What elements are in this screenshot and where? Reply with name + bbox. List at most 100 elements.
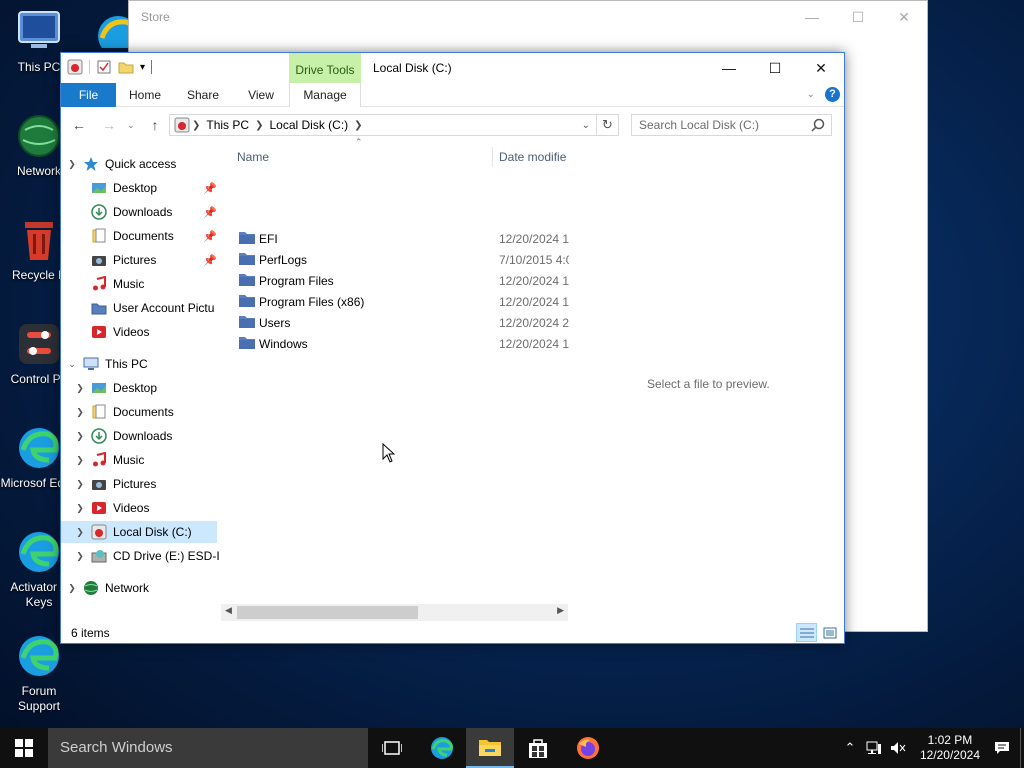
maximize-button[interactable]: ☐ — [835, 1, 881, 33]
minimize-button[interactable]: — — [789, 1, 835, 33]
new-folder-icon[interactable] — [118, 59, 134, 75]
pin-icon[interactable]: 📌 — [203, 182, 217, 195]
chevron-right-icon[interactable]: ❯ — [255, 120, 263, 131]
expand-ribbon-icon[interactable]: ⌄ — [807, 89, 815, 100]
chevron-right-icon[interactable]: ❯ — [354, 120, 362, 131]
title-bar[interactable]: ▾ Drive Tools Local Disk (C:) — ☐ ✕ — [61, 53, 844, 83]
network-status-icon[interactable] — [862, 741, 886, 755]
pin-icon[interactable]: 📌 — [203, 206, 217, 219]
taskbar: Search Windows ⌃ 1:02 PM 12/20/2024 — [0, 728, 1024, 768]
help-icon[interactable]: ? — [825, 87, 840, 102]
chevron-right-icon[interactable]: ❯ — [192, 120, 200, 131]
chevron-right-icon[interactable]: ❯ — [73, 527, 87, 538]
chevron-right-icon[interactable]: ❯ — [73, 551, 87, 562]
tab-file[interactable]: File — [61, 83, 116, 107]
volume-muted-icon[interactable] — [886, 741, 910, 755]
details-view-button[interactable] — [796, 623, 817, 642]
taskbar-file-explorer[interactable] — [466, 728, 514, 768]
search-icon[interactable] — [811, 118, 825, 135]
tree-item-cd-drive[interactable]: ❯ CD Drive (E:) ESD-IS — [73, 545, 219, 567]
pin-icon[interactable]: 📌 — [203, 230, 217, 243]
action-center-icon[interactable] — [990, 741, 1014, 755]
tree-item-user-account-pictures[interactable]: User Account Pictu — [91, 297, 214, 319]
breadcrumb-local-disk[interactable]: Local Disk (C:) — [269, 118, 348, 132]
tree-item-local-disk[interactable]: ❯ Local Disk (C:) — [61, 521, 217, 543]
tree-item-pc-music[interactable]: ❯ Music — [73, 449, 144, 471]
tree-item-music[interactable]: Music — [91, 273, 144, 295]
taskbar-firefox[interactable] — [564, 728, 612, 768]
search-input[interactable]: Search Local Disk (C:) — [631, 114, 832, 136]
address-dropdown-icon[interactable]: ⌄ — [582, 120, 590, 131]
scrollbar-thumb[interactable] — [237, 606, 418, 619]
refresh-icon[interactable]: ↻ — [596, 115, 618, 135]
pin-icon[interactable]: 📌 — [203, 254, 217, 267]
taskbar-store[interactable] — [514, 728, 562, 768]
task-view-button[interactable] — [368, 728, 416, 768]
show-desktop-button[interactable] — [1020, 728, 1024, 768]
tree-item-pc-pictures[interactable]: ❯ Pictures — [73, 473, 156, 495]
column-divider[interactable] — [492, 147, 493, 167]
maximize-button[interactable]: ☐ — [752, 53, 798, 83]
chevron-right-icon[interactable]: ❯ — [73, 503, 87, 514]
chevron-right-icon[interactable]: ❯ — [73, 383, 87, 394]
chevron-right-icon[interactable]: ❯ — [73, 479, 87, 490]
address-bar[interactable]: ❯ This PC ❯ Local Disk (C:) ❯ ⌄ ↻ — [169, 114, 619, 136]
tree-quick-access[interactable]: ❯ Quick access — [65, 153, 176, 175]
file-row-program-files-x86[interactable]: Program Files (x86) 12/20/2024 1' — [237, 291, 569, 312]
tab-view[interactable]: View — [241, 83, 281, 107]
forward-button[interactable]: → — [99, 115, 119, 135]
column-header-date[interactable]: Date modifie — [499, 150, 566, 164]
chevron-up-icon[interactable]: ⌃ — [838, 740, 862, 756]
start-button[interactable] — [0, 728, 48, 768]
control-panel-icon — [15, 320, 63, 368]
ribbon-tabs: File Home Share View Manage ⌄ ? — [61, 83, 844, 107]
scroll-left-icon[interactable]: ◀ — [225, 605, 232, 616]
taskbar-search-box[interactable]: Search Windows — [48, 728, 368, 768]
up-button[interactable]: ↑ — [145, 115, 165, 135]
tree-item-pc-videos[interactable]: ❯ Videos — [73, 497, 149, 519]
desktop-icon-partial[interactable] — [94, 12, 128, 48]
chevron-down-icon[interactable]: ⌄ — [65, 359, 79, 370]
scroll-right-icon[interactable]: ▶ — [557, 605, 564, 616]
minimize-button[interactable]: — — [706, 53, 752, 83]
tab-home[interactable]: Home — [125, 83, 165, 107]
globe-icon — [15, 112, 63, 160]
close-button[interactable]: ✕ — [881, 1, 927, 33]
cd-drive-icon — [91, 548, 107, 564]
close-button[interactable]: ✕ — [798, 53, 844, 83]
tab-share[interactable]: Share — [183, 83, 223, 107]
tree-item-documents[interactable]: Documents — [91, 225, 174, 247]
file-row-users[interactable]: Users 12/20/2024 2: — [237, 312, 569, 333]
file-row-program-files[interactable]: Program Files 12/20/2024 1 — [237, 270, 569, 291]
chevron-right-icon[interactable]: ❯ — [73, 455, 87, 466]
tree-network[interactable]: ❯ Network — [65, 577, 149, 599]
file-row-efi[interactable]: EFI 12/20/2024 1( — [237, 228, 569, 249]
tree-item-pictures[interactable]: Pictures — [91, 249, 156, 271]
tree-this-pc[interactable]: ⌄ This PC — [65, 353, 147, 375]
folder-icon — [239, 315, 255, 328]
column-header-name[interactable]: Name — [237, 150, 269, 164]
tree-item-desktop[interactable]: Desktop — [91, 177, 157, 199]
chevron-down-icon[interactable]: ❯ — [65, 159, 79, 170]
tab-manage[interactable]: Manage — [289, 83, 361, 107]
file-row-windows[interactable]: Windows 12/20/2024 1: — [237, 333, 569, 354]
taskbar-edge[interactable] — [418, 728, 466, 768]
chevron-right-icon[interactable]: ❯ — [73, 431, 87, 442]
properties-icon[interactable] — [96, 59, 112, 75]
tree-item-pc-documents[interactable]: ❯ Documents — [73, 401, 174, 423]
taskbar-clock[interactable]: 1:02 PM 12/20/2024 — [920, 733, 980, 763]
chevron-right-icon[interactable]: ❯ — [65, 583, 79, 594]
large-icons-view-button[interactable] — [819, 623, 840, 642]
chevron-right-icon[interactable]: ❯ — [73, 407, 87, 418]
file-row-perflogs[interactable]: PerfLogs 7/10/2015 4:0 — [237, 249, 569, 270]
tree-item-pc-desktop[interactable]: ❯ Desktop — [73, 377, 157, 399]
horizontal-scrollbar[interactable]: ◀ ▶ — [221, 604, 568, 621]
back-button[interactable]: ← — [69, 115, 89, 135]
tree-item-videos[interactable]: Videos — [91, 321, 149, 343]
recent-locations-button[interactable]: ⌄ — [121, 115, 141, 135]
customize-toolbar-icon[interactable]: ▾ — [140, 62, 145, 73]
tree-item-pc-downloads[interactable]: ❯ Downloads — [73, 425, 172, 447]
tree-item-downloads[interactable]: Downloads — [91, 201, 172, 223]
breadcrumb-this-pc[interactable]: This PC — [206, 118, 249, 132]
tree-label: CD Drive (E:) ESD-IS — [113, 549, 219, 563]
